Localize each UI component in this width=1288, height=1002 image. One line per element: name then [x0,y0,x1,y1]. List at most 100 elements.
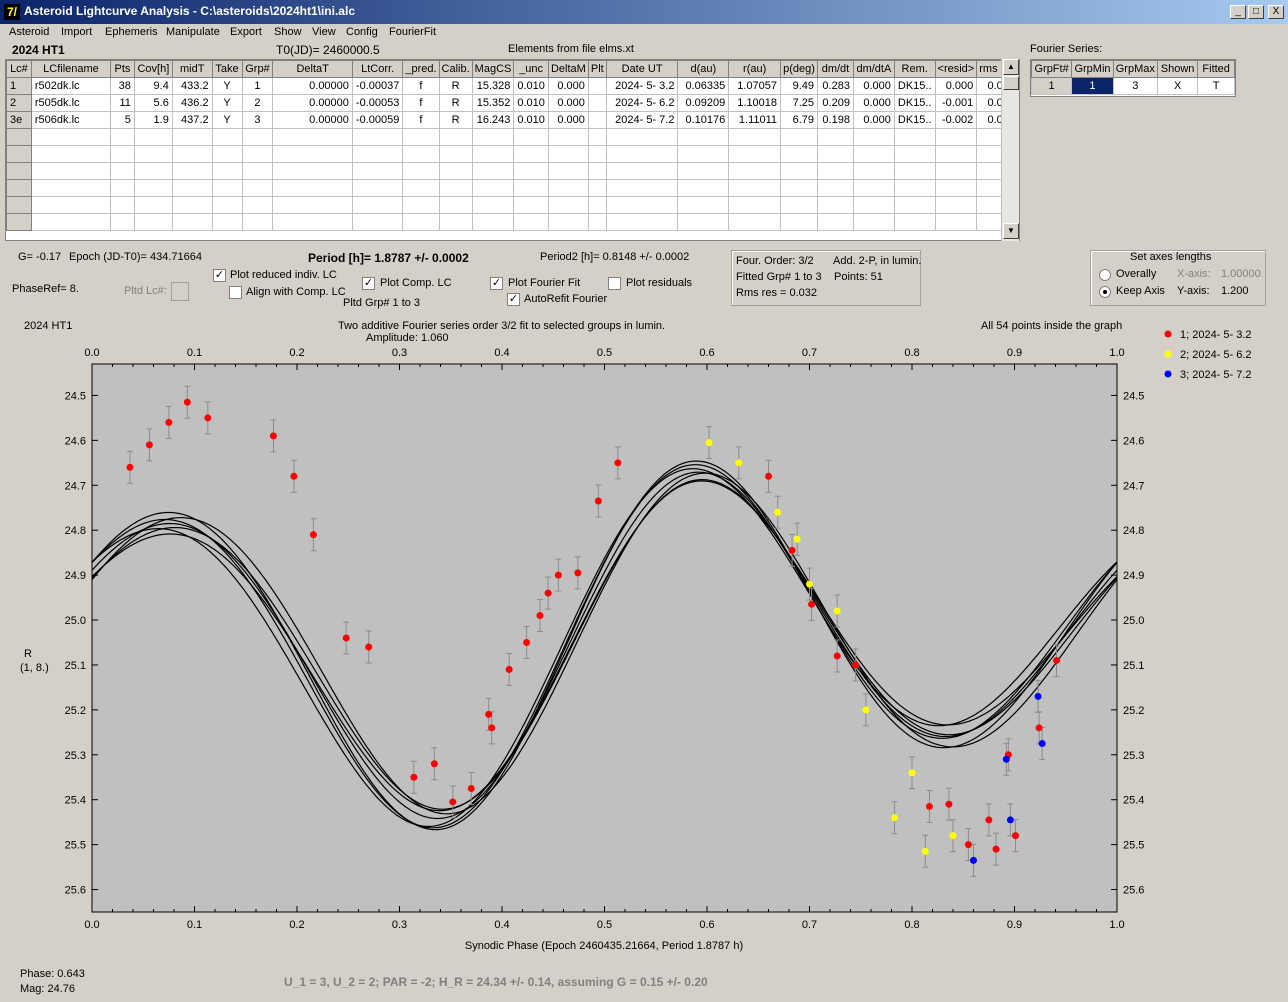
table-cell[interactable] [587,94,607,112]
table-cell[interactable] [351,145,404,163]
table-cell[interactable]: 11 [110,94,135,112]
fourier-row[interactable]: 113XT [1030,77,1235,95]
fourier-cell[interactable]: 1 [1071,77,1114,95]
table-cell[interactable] [893,196,936,214]
table-cell[interactable]: Y [211,94,243,112]
table-cell[interactable] [241,213,274,231]
table-cell[interactable] [605,213,679,231]
table-cell[interactable]: 9.4 [133,77,173,95]
table-cell[interactable]: 1 [241,77,274,95]
table-cell[interactable] [547,179,589,197]
table-cell[interactable] [402,128,440,146]
table-cell[interactable] [351,213,404,231]
table-cell[interactable]: R [438,111,473,129]
empty-table-row[interactable] [6,179,1019,197]
table-cell[interactable] [587,179,607,197]
table-cell[interactable] [780,162,819,180]
overally-radio[interactable] [1099,269,1111,281]
scroll-thumb[interactable] [1003,76,1019,90]
table-cell[interactable]: 433.2 [171,77,213,95]
table-cell[interactable] [547,145,589,163]
fourier-column-header[interactable]: Shown [1156,60,1199,78]
table-cell[interactable] [513,213,549,231]
table-cell[interactable] [780,145,819,163]
menu-fourierfit[interactable]: FourierFit [389,26,436,38]
table-cell[interactable] [402,213,440,231]
table-cell[interactable] [471,145,515,163]
table-cell[interactable]: 436.2 [171,94,213,112]
table-cell[interactable] [547,128,589,146]
table-cell[interactable]: 1.9 [133,111,173,129]
keep-axis-radio[interactable] [1099,286,1111,298]
empty-table-row[interactable] [6,162,1019,180]
table-cell[interactable] [241,179,274,197]
table-cell[interactable] [211,179,243,197]
table-cell[interactable] [471,213,515,231]
table-cell[interactable] [780,128,819,146]
table-cell[interactable] [438,213,473,231]
lc-column-header[interactable]: DeltaM [547,60,589,78]
table-cell[interactable] [171,145,213,163]
table-cell[interactable]: r502dk.lc [30,77,112,95]
table-cell[interactable] [211,196,243,214]
table-cell[interactable] [402,179,440,197]
table-cell[interactable] [6,179,32,197]
fourier-column-header[interactable]: GrpMin [1071,60,1114,78]
table-cell[interactable]: 1.07057 [728,77,782,95]
menu-export[interactable]: Export [230,26,262,38]
table-cell[interactable] [241,196,274,214]
table-cell[interactable] [677,128,730,146]
table-cell[interactable]: 0.000 [852,77,895,95]
table-cell[interactable] [677,162,730,180]
table-cell[interactable] [893,162,936,180]
table-cell[interactable]: 2024- 5- 3.2 [605,77,679,95]
table-cell[interactable]: 0.000 [852,111,895,129]
table-cell[interactable] [780,196,819,214]
table-cell[interactable] [728,128,782,146]
table-cell[interactable] [934,196,978,214]
table-cell[interactable] [817,128,854,146]
table-cell[interactable] [677,179,730,197]
table-cell[interactable]: 0.000 [934,77,978,95]
table-cell[interactable]: 0.10176 [677,111,730,129]
lc-column-header[interactable]: _unc [513,60,549,78]
table-cell[interactable] [438,145,473,163]
table-cell[interactable] [30,128,112,146]
table-cell[interactable] [893,179,936,197]
table-scrollbar[interactable]: ▲ ▼ [1001,59,1019,241]
table-cell[interactable] [211,145,243,163]
table-cell[interactable] [110,179,135,197]
fourier-column-header[interactable]: GrpFt# [1030,60,1073,78]
table-cell[interactable] [30,196,112,214]
table-cell[interactable] [587,196,607,214]
table-cell[interactable] [133,196,173,214]
table-cell[interactable]: 0.000 [547,94,589,112]
lc-column-header[interactable]: Pts [110,60,135,78]
lc-column-header[interactable]: r(au) [728,60,782,78]
table-cell[interactable]: 15.352 [471,94,515,112]
menu-manipulate[interactable]: Manipulate [166,26,220,38]
table-cell[interactable]: DK15.. [893,77,936,95]
table-cell[interactable] [817,213,854,231]
table-cell[interactable]: 0.09209 [677,94,730,112]
table-cell[interactable]: 0.010 [513,77,549,95]
table-cell[interactable] [677,196,730,214]
table-cell[interactable] [6,128,32,146]
table-cell[interactable]: 6.79 [780,111,819,129]
lc-column-header[interactable]: MagCS [471,60,515,78]
table-cell[interactable] [852,145,895,163]
lc-column-header[interactable]: d(au) [677,60,730,78]
table-cell[interactable] [780,179,819,197]
table-cell[interactable] [934,179,978,197]
empty-table-row[interactable] [6,145,1019,163]
table-cell[interactable] [241,145,274,163]
table-cell[interactable] [6,196,32,214]
fourier-cell[interactable]: 1 [1030,77,1073,95]
table-cell[interactable] [934,213,978,231]
menu-config[interactable]: Config [346,26,378,38]
table-cell[interactable]: DK15.. [893,111,936,129]
table-cell[interactable]: 7.25 [780,94,819,112]
table-cell[interactable]: DK15.. [893,94,936,112]
menu-show[interactable]: Show [274,26,302,38]
table-cell[interactable] [272,179,353,197]
